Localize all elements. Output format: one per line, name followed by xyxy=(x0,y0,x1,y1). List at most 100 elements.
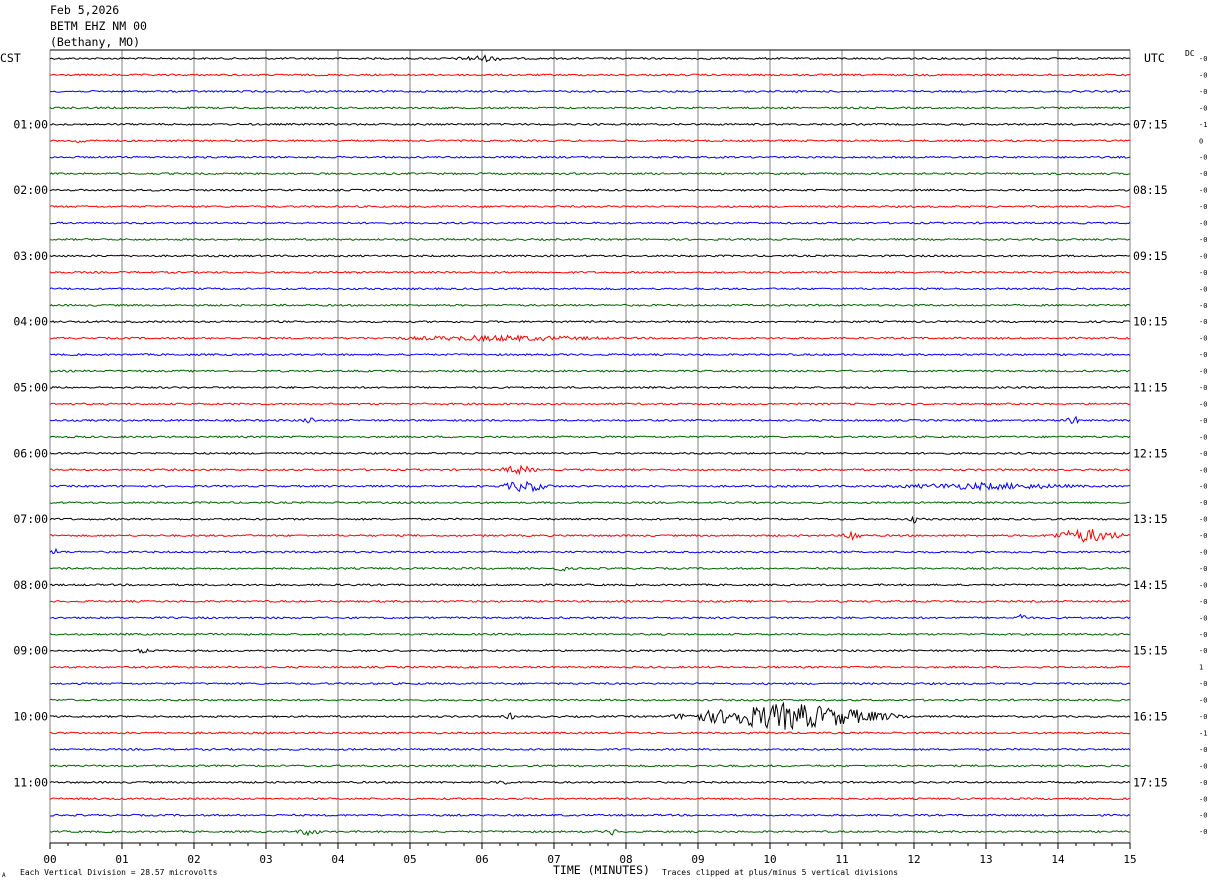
right-hour-label-17:15: 17:15 xyxy=(1133,775,1168,789)
dc-offset-9: -0 xyxy=(1199,203,1207,211)
left-hour-label-07:00: 07:00 xyxy=(13,512,48,526)
trace-20 xyxy=(49,385,1131,390)
trace-23 xyxy=(49,435,1131,439)
dc-offset-31: -0 xyxy=(1199,565,1207,573)
right-hour-label-13:15: 13:15 xyxy=(1133,512,1168,526)
right-timezone-label: UTC xyxy=(1144,51,1165,65)
trace-9 xyxy=(49,204,1131,209)
right-hour-label-10:15: 10:15 xyxy=(1133,315,1168,329)
x-tick-label-02: 02 xyxy=(187,853,200,866)
footer-vertical-division: Each Vertical Division = 28.57 microvolt… xyxy=(20,868,218,877)
dc-offset-34: -0 xyxy=(1199,614,1207,622)
dc-offset-10: -0 xyxy=(1199,220,1207,228)
right-hour-label-14:15: 14:15 xyxy=(1133,578,1168,592)
trace-44 xyxy=(49,780,1131,785)
dc-offset-44: -0 xyxy=(1199,779,1207,787)
dc-offset-5: 0 xyxy=(1199,137,1203,145)
dc-offset-11: -0 xyxy=(1199,236,1207,244)
left-hour-label-08:00: 08:00 xyxy=(13,578,48,592)
dc-offset-47: -0 xyxy=(1199,828,1207,836)
trace-24 xyxy=(49,451,1131,455)
trace-37 xyxy=(49,665,1131,669)
trace-8 xyxy=(49,188,1131,192)
dc-offset-27: -0 xyxy=(1199,499,1207,507)
left-hour-label-06:00: 06:00 xyxy=(13,446,48,460)
dc-offset-14: -0 xyxy=(1199,285,1207,293)
dc-offset-39: -0 xyxy=(1199,697,1207,705)
location-label: (Bethany, MO) xyxy=(50,35,141,49)
dc-offset-8: -0 xyxy=(1199,187,1207,195)
right-hour-label-07:15: 07:15 xyxy=(1133,117,1168,131)
trace-38 xyxy=(49,681,1131,686)
dc-offset-1: -0 xyxy=(1199,71,1207,79)
x-tick-label-00: 00 xyxy=(43,853,56,866)
trace-12 xyxy=(49,254,1131,258)
trace-6 xyxy=(49,155,1131,159)
dc-offset-19: -0 xyxy=(1199,368,1207,376)
trace-7 xyxy=(49,172,1131,176)
trace-22 xyxy=(49,415,1131,425)
trace-26 xyxy=(49,480,1131,493)
trace-47 xyxy=(49,829,1131,837)
left-timezone-label: CST xyxy=(0,51,21,65)
dc-offset-12: -0 xyxy=(1199,252,1207,260)
dc-offset-23: -0 xyxy=(1199,433,1207,441)
left-hour-label-11:00: 11:00 xyxy=(13,775,48,789)
x-tick-label-13: 13 xyxy=(979,853,992,866)
dc-offset-40: -0 xyxy=(1199,713,1207,721)
right-hour-label-11:15: 11:15 xyxy=(1133,381,1168,395)
date-label: Feb 5,2026 xyxy=(50,3,120,17)
trace-34 xyxy=(49,613,1131,620)
trace-4 xyxy=(49,122,1131,126)
left-hour-label-05:00: 05:00 xyxy=(13,381,48,395)
trace-39 xyxy=(49,698,1131,702)
trace-36 xyxy=(49,648,1131,654)
trace-45 xyxy=(49,797,1131,801)
dc-offset-25: -0 xyxy=(1199,466,1207,474)
left-hour-label-02:00: 02:00 xyxy=(13,183,48,197)
trace-25 xyxy=(49,464,1131,476)
left-hour-label-01:00: 01:00 xyxy=(13,117,48,131)
trace-11 xyxy=(49,237,1131,242)
trace-15 xyxy=(49,303,1131,307)
trace-16 xyxy=(49,320,1131,324)
trace-35 xyxy=(49,632,1131,636)
dc-label: DC xyxy=(1185,49,1195,58)
right-hour-label-08:15: 08:15 xyxy=(1133,183,1168,197)
dc-offset-4: -1 xyxy=(1199,121,1207,129)
trace-29 xyxy=(49,528,1131,543)
x-tick-label-04: 04 xyxy=(331,853,345,866)
trace-33 xyxy=(49,599,1131,604)
dc-offset-29: -0 xyxy=(1199,532,1207,540)
trace-10 xyxy=(49,221,1131,225)
trace-31 xyxy=(49,566,1131,572)
dc-offset-3: -0 xyxy=(1199,104,1207,112)
x-tick-label-09: 09 xyxy=(691,853,704,866)
dc-offset-20: -0 xyxy=(1199,384,1207,392)
dc-offset-2: -0 xyxy=(1199,88,1207,96)
right-hour-label-16:15: 16:15 xyxy=(1133,710,1168,724)
trace-43 xyxy=(49,764,1131,768)
dc-offset-13: -0 xyxy=(1199,269,1207,277)
dc-offset-38: -0 xyxy=(1199,680,1207,688)
dc-offset-32: -0 xyxy=(1199,581,1207,589)
trace-19 xyxy=(49,369,1131,373)
right-hour-label-09:15: 09:15 xyxy=(1133,249,1168,263)
right-hour-label-12:15: 12:15 xyxy=(1133,446,1168,460)
trace-3 xyxy=(49,106,1131,110)
trace-42 xyxy=(49,747,1131,752)
dc-offset-16: -0 xyxy=(1199,318,1207,326)
dc-offset-37: 1 xyxy=(1199,664,1203,672)
dc-offset-35: -0 xyxy=(1199,631,1207,639)
x-tick-label-05: 05 xyxy=(403,853,416,866)
trace-32 xyxy=(49,583,1131,587)
trace-14 xyxy=(49,287,1131,291)
right-hour-label-15:15: 15:15 xyxy=(1133,644,1168,658)
trace-27 xyxy=(49,501,1131,505)
left-hour-label-03:00: 03:00 xyxy=(13,249,48,263)
dc-offset-15: -0 xyxy=(1199,302,1207,310)
x-tick-label-06: 06 xyxy=(475,853,488,866)
dc-offset-18: -0 xyxy=(1199,351,1207,359)
x-tick-label-14: 14 xyxy=(1051,853,1065,866)
dc-offset-0: -0 xyxy=(1199,55,1207,63)
